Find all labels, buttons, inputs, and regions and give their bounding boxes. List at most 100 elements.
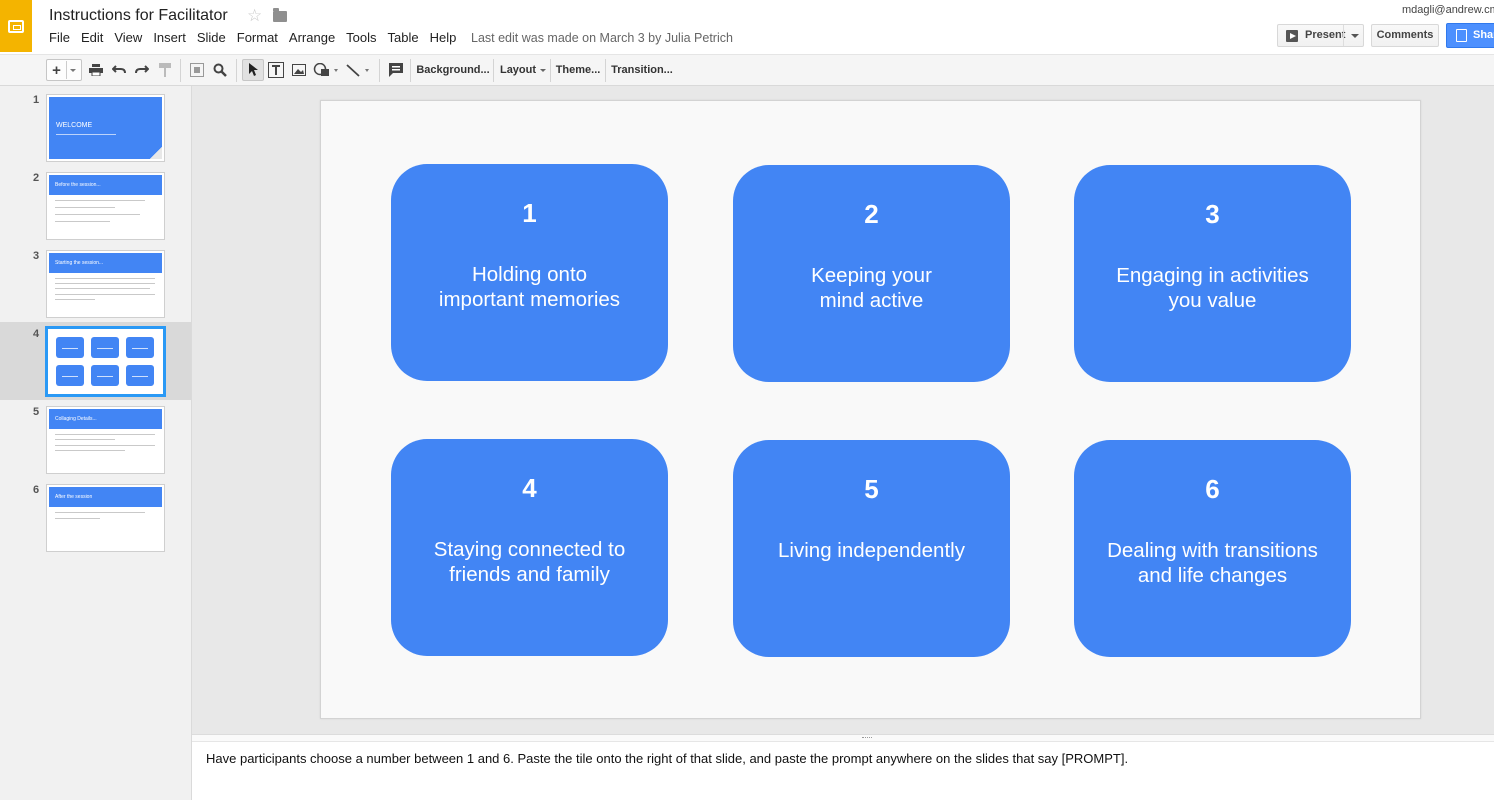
undo-icon[interactable] bbox=[109, 59, 129, 81]
filmstrip-slide-6[interactable]: 6 After the session bbox=[0, 478, 191, 556]
menu-insert[interactable]: Insert bbox=[153, 30, 186, 45]
menu-slide[interactable]: Slide bbox=[197, 30, 226, 45]
plus-icon: + bbox=[52, 61, 61, 79]
menu-file[interactable]: File bbox=[49, 30, 70, 45]
play-icon bbox=[1286, 30, 1298, 42]
tile-number: 5 bbox=[864, 474, 879, 504]
thumbnail-text-line bbox=[55, 450, 125, 451]
menu-tools[interactable]: Tools bbox=[346, 30, 376, 45]
toolbar-divider bbox=[550, 59, 551, 82]
comment-icon[interactable] bbox=[386, 59, 406, 81]
toolbar-divider bbox=[410, 59, 411, 82]
filmstrip-slide-3[interactable]: 3 Starting the session... bbox=[0, 244, 191, 322]
star-icon[interactable]: ☆ bbox=[247, 6, 262, 26]
theme-button[interactable]: Theme... bbox=[555, 59, 601, 81]
background-button[interactable]: Background... bbox=[416, 59, 490, 81]
new-slide-button[interactable]: + bbox=[46, 59, 82, 81]
redo-icon[interactable] bbox=[132, 59, 152, 81]
layout-button[interactable]: Layout bbox=[499, 59, 547, 81]
chevron-down-icon[interactable] bbox=[69, 68, 76, 72]
present-button[interactable]: Present bbox=[1277, 24, 1364, 47]
speaker-notes-text[interactable]: Have participants choose a number betwee… bbox=[206, 751, 1128, 766]
slide-number: 5 bbox=[33, 406, 40, 418]
folder-icon[interactable] bbox=[273, 8, 287, 22]
zoom-icon[interactable] bbox=[210, 59, 230, 81]
image-icon[interactable] bbox=[289, 59, 309, 81]
thumbnail-text-line bbox=[55, 299, 95, 300]
transition-button[interactable]: Transition... bbox=[611, 59, 673, 81]
editor-canvas: 1 Holding onto important memories 2 Keep… bbox=[192, 86, 1494, 734]
tile-number: 1 bbox=[522, 198, 537, 228]
user-email[interactable]: mdagli@andrew.cmu. bbox=[1402, 4, 1494, 16]
present-divider bbox=[1343, 25, 1344, 46]
thumbnail-background: WELCOME bbox=[49, 97, 162, 159]
slide-number: 1 bbox=[33, 94, 40, 106]
thumbnail-text-line bbox=[55, 294, 155, 295]
thumbnail-text-line bbox=[55, 200, 145, 201]
thumbnail-title: Collaging Details... bbox=[55, 416, 97, 422]
topic-tile-4[interactable]: 4 Staying connected to friends and famil… bbox=[391, 439, 668, 656]
select-tool-icon[interactable] bbox=[242, 59, 264, 81]
topic-tile-6[interactable]: 6 Dealing with transitions and life chan… bbox=[1074, 440, 1351, 657]
menu-edit[interactable]: Edit bbox=[81, 30, 103, 45]
filmstrip-slide-1[interactable]: 1 WELCOME bbox=[0, 88, 191, 166]
grip-icon bbox=[862, 737, 872, 739]
topic-tile-3[interactable]: 3 Engaging in activities you value bbox=[1074, 165, 1351, 382]
slides-logo[interactable] bbox=[0, 0, 32, 52]
tile-label: Dealing with transitions and life change… bbox=[1107, 539, 1318, 587]
thumbnail-tile bbox=[56, 337, 84, 358]
print-icon[interactable] bbox=[86, 59, 106, 81]
shape-icon[interactable] bbox=[311, 59, 341, 81]
notes-resize-handle[interactable] bbox=[192, 734, 1494, 742]
layout-label: Layout bbox=[499, 64, 537, 76]
paint-format-icon[interactable] bbox=[155, 59, 175, 81]
filmstrip-slide-5[interactable]: 5 Collaging Details... bbox=[0, 400, 191, 478]
menu-bar: File Edit View Insert Slide Format Arran… bbox=[49, 30, 467, 45]
slide-thumbnail[interactable]: WELCOME bbox=[46, 94, 165, 162]
toolbar-divider bbox=[379, 59, 380, 82]
speaker-notes[interactable]: Have participants choose a number betwee… bbox=[192, 742, 1494, 800]
thumbnail-text-line bbox=[55, 278, 155, 279]
slide-number: 2 bbox=[33, 172, 40, 184]
slide-number: 4 bbox=[33, 328, 40, 340]
toolbar-divider bbox=[236, 59, 237, 82]
zoom-fit-icon[interactable] bbox=[187, 59, 207, 81]
slide-filmstrip: 1 WELCOME 2 Before the session... 3 Star… bbox=[0, 86, 192, 800]
slide-thumbnail[interactable]: After the session bbox=[46, 484, 165, 552]
last-edit-link[interactable]: Last edit was made on March 3 by Julia P… bbox=[471, 31, 733, 45]
slide-thumbnail[interactable]: Collaging Details... bbox=[46, 406, 165, 474]
text-box-icon[interactable] bbox=[266, 59, 286, 81]
chevron-down-icon[interactable] bbox=[1351, 34, 1359, 38]
line-icon[interactable] bbox=[344, 59, 372, 81]
tile-label: Keeping your mind active bbox=[811, 264, 932, 312]
thumbnail-text-line bbox=[55, 283, 155, 284]
thumbnail-text-line bbox=[55, 434, 155, 435]
slide-page[interactable]: 1 Holding onto important memories 2 Keep… bbox=[320, 100, 1421, 719]
thumbnail-subtitle-line bbox=[56, 134, 116, 135]
filmstrip-slide-2[interactable]: 2 Before the session... bbox=[0, 166, 191, 244]
slide-thumbnail[interactable]: Before the session... bbox=[46, 172, 165, 240]
toolbar-divider bbox=[493, 59, 494, 82]
slide-thumbnail-selected[interactable] bbox=[45, 326, 166, 397]
document-title[interactable]: Instructions for Facilitator bbox=[49, 7, 228, 25]
toolbar: + Background... Layout Theme... Transiti… bbox=[0, 54, 1494, 86]
topic-tile-1[interactable]: 1 Holding onto important memories bbox=[391, 164, 668, 381]
filmstrip-slide-4[interactable]: 4 bbox=[0, 322, 191, 400]
thumbnail-text-line bbox=[55, 518, 100, 519]
slide-thumbnail[interactable]: Starting the session... bbox=[46, 250, 165, 318]
thumbnail-title: Starting the session... bbox=[55, 260, 104, 266]
new-slide-divider bbox=[65, 61, 67, 79]
menu-help[interactable]: Help bbox=[430, 30, 457, 45]
menu-format[interactable]: Format bbox=[237, 30, 278, 45]
menu-view[interactable]: View bbox=[114, 30, 142, 45]
tile-label: Staying connected to friends and family bbox=[433, 538, 626, 586]
thumbnail-text-line bbox=[55, 445, 155, 446]
thumbnail-tile bbox=[91, 337, 119, 358]
topic-tile-2[interactable]: 2 Keeping your mind active bbox=[733, 165, 1010, 382]
thumbnail-title: Before the session... bbox=[55, 182, 101, 188]
menu-table[interactable]: Table bbox=[388, 30, 419, 45]
menu-arrange[interactable]: Arrange bbox=[289, 30, 335, 45]
comments-button[interactable]: Comments bbox=[1371, 24, 1439, 47]
share-button[interactable]: Shar bbox=[1446, 23, 1494, 48]
topic-tile-5[interactable]: 5 Living independently bbox=[733, 440, 1010, 657]
